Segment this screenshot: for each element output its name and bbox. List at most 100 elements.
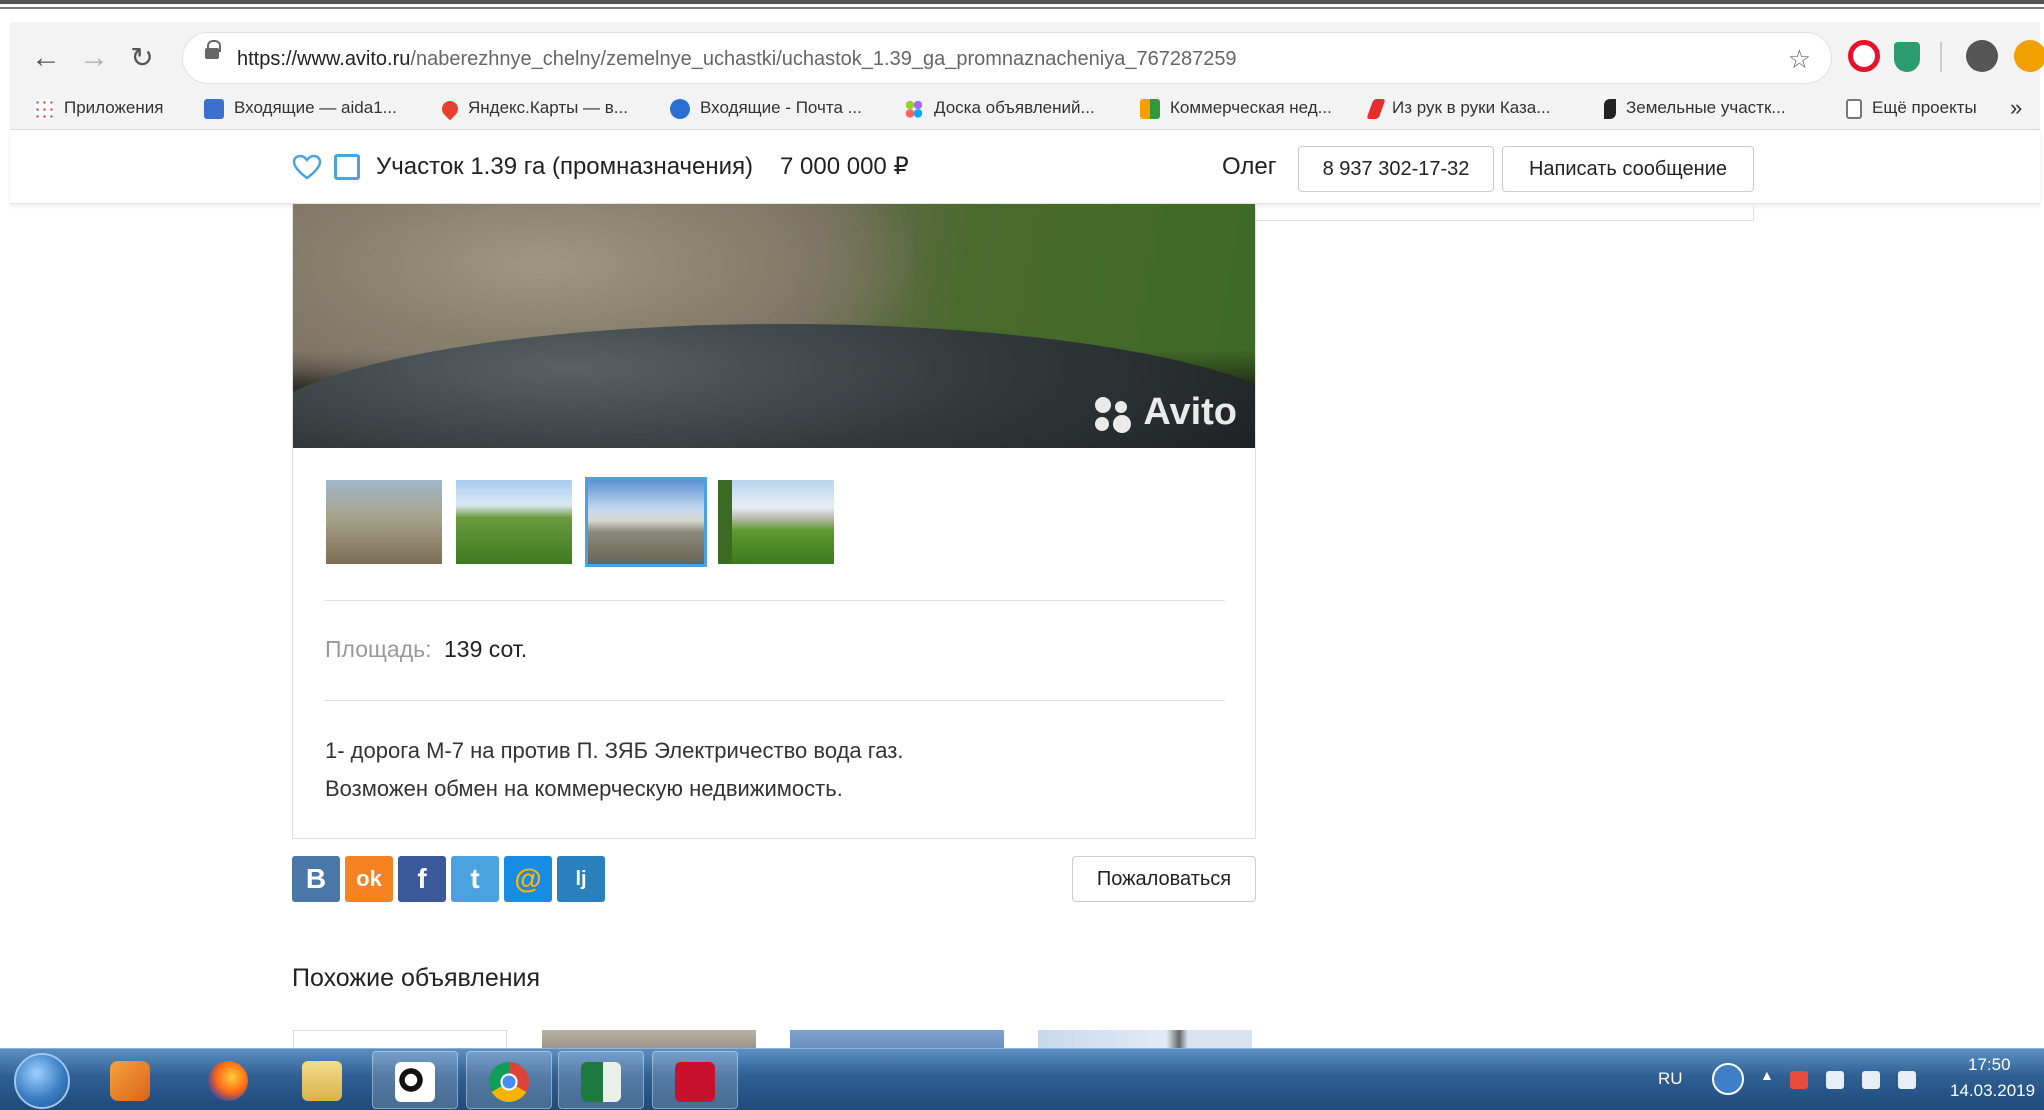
bookmark-item[interactable]: Входящие - Почта ... xyxy=(670,88,862,128)
photo-thumbnail[interactable] xyxy=(718,480,834,564)
bookmark-item[interactable]: Коммерческая нед... xyxy=(1140,88,1332,128)
similar-listings-title: Похожие объявления xyxy=(292,964,541,992)
avito-logo-icon xyxy=(1095,395,1135,433)
report-button[interactable]: Пожаловаться xyxy=(1072,856,1256,902)
taskbar-explorer[interactable] xyxy=(280,1051,366,1109)
irr-icon xyxy=(1366,98,1386,119)
taskbar-excel[interactable] xyxy=(558,1051,644,1109)
bookmark-item[interactable]: Приложения xyxy=(34,88,163,128)
account-icon[interactable] xyxy=(1966,40,1998,72)
more-bookmarks-button[interactable]: » xyxy=(2010,88,2022,128)
divider xyxy=(325,700,1225,701)
opera-extension-icon[interactable] xyxy=(1848,40,1880,72)
acrobat-icon xyxy=(675,1062,715,1102)
bookmark-label: Ещё проекты xyxy=(1872,98,1977,117)
url-text[interactable]: https://www.avito.ru/naberezhnye_chelny/… xyxy=(237,33,1237,85)
show-hidden-icons-icon[interactable]: ▲ xyxy=(1760,1067,1774,1083)
apps-grid-icon xyxy=(34,98,54,119)
bookmarks-bar: Приложения Входящие — aida1... Яндекс.Ка… xyxy=(10,88,2040,128)
odnoklassniki-icon[interactable]: ok xyxy=(345,856,393,902)
photo-thumbnail[interactable] xyxy=(456,480,572,564)
avito-watermark: Avito xyxy=(1095,391,1237,434)
livejournal-icon[interactable]: lj xyxy=(557,856,605,902)
address-bar[interactable]: https://www.avito.ru/naberezhnye_chelny/… xyxy=(182,32,1832,84)
firefox-icon xyxy=(208,1061,248,1101)
help-icon[interactable] xyxy=(1712,1063,1744,1095)
url-host: https://www.avito.ru xyxy=(237,48,411,70)
windows-taskbar: RU ▲ 17:50 14.03.2019 xyxy=(0,1048,2044,1110)
clock-date[interactable]: 14.03.2019 xyxy=(1950,1081,2035,1101)
bookmark-item[interactable]: Земельные участк... xyxy=(1604,88,1786,128)
clock-time[interactable]: 17:50 xyxy=(1968,1055,2011,1075)
shield-extension-icon[interactable] xyxy=(1894,42,1920,72)
url-path: /naberezhnye_chelny/zemelnye_uchastki/uc… xyxy=(410,48,1237,70)
start-button-icon[interactable] xyxy=(14,1053,70,1109)
write-message-button[interactable]: Написать сообщение xyxy=(1502,146,1754,192)
listing-sticky-header: Участок 1.39 га (промназначения) 7 000 0… xyxy=(10,130,2040,204)
bookmark-label: Приложения xyxy=(64,98,164,117)
bookmark-item[interactable]: Доска объявлений... xyxy=(904,88,1095,128)
vk-icon[interactable]: В xyxy=(292,856,340,902)
facebook-icon[interactable]: f xyxy=(398,856,446,902)
bookmark-label: Входящие - Почта ... xyxy=(700,98,862,117)
file-icon xyxy=(1846,98,1862,119)
show-phone-button[interactable]: 8 937 302-17-32 xyxy=(1298,146,1494,192)
twitter-label: t xyxy=(470,863,480,894)
power-icon[interactable] xyxy=(1826,1071,1844,1089)
listing-price: 7 000 000 ₽ xyxy=(780,153,909,180)
photo-thumbnail-selected[interactable] xyxy=(585,477,707,567)
map-pin-icon xyxy=(438,97,462,120)
action-center-flag-icon[interactable] xyxy=(1790,1071,1808,1089)
chrome-icon xyxy=(489,1062,529,1102)
similar-listing-card[interactable] xyxy=(293,1030,507,1048)
volume-icon[interactable] xyxy=(1862,1071,1880,1089)
description-line: Возможен обмен на коммерческую недвижимо… xyxy=(325,776,843,801)
reload-icon[interactable]: ↻ xyxy=(124,40,160,76)
area-value: 139 сот. xyxy=(444,636,528,662)
sidebar-box-edge xyxy=(1254,205,1754,221)
forward-icon[interactable]: → xyxy=(76,40,112,76)
livejournal-label: lj xyxy=(575,868,587,890)
bookmark-label: Из рук в руки Каза... xyxy=(1392,98,1551,117)
bookmark-star-icon[interactable]: ☆ xyxy=(1788,33,1811,85)
taskbar-media-player[interactable] xyxy=(88,1051,174,1109)
screen: ← → ↻ https://www.avito.ru/naberezhnye_c… xyxy=(0,0,2044,1110)
avito-icon xyxy=(904,98,924,119)
bookmark-item[interactable]: Из рук в руки Каза... xyxy=(1366,88,1551,128)
bookmark-label: Яндекс.Карты — в... xyxy=(468,98,628,117)
taskbar-game[interactable] xyxy=(372,1051,458,1109)
photo-thumbnail[interactable] xyxy=(326,480,442,564)
similar-listing-card[interactable] xyxy=(1038,1030,1252,1048)
panda-app-icon xyxy=(395,1062,435,1102)
seller-name[interactable]: Олег xyxy=(1222,130,1277,204)
favorite-heart-icon[interactable] xyxy=(292,154,322,180)
bookmark-item[interactable]: Входящие — aida1... xyxy=(204,88,397,128)
taskbar-chrome[interactable] xyxy=(466,1051,552,1109)
divider xyxy=(325,600,1225,601)
twitter-icon[interactable]: t xyxy=(451,856,499,902)
back-icon[interactable]: ← xyxy=(28,40,64,76)
bookmark-item[interactable]: Яндекс.Карты — в... xyxy=(438,88,628,128)
taskbar-firefox[interactable] xyxy=(186,1051,272,1109)
extension-icon[interactable] xyxy=(2014,40,2044,72)
mailru-label: @ xyxy=(514,863,542,894)
bookmark-item[interactable]: Ещё проекты xyxy=(1846,88,1977,128)
similar-listing-card[interactable] xyxy=(542,1030,756,1048)
mail-at-icon xyxy=(670,98,690,119)
mail-icon xyxy=(204,98,224,119)
main-photo[interactable]: Avito xyxy=(293,204,1255,448)
taskbar-acrobat[interactable] xyxy=(652,1051,738,1109)
toolbar-divider xyxy=(1940,42,1942,72)
area-label: Площадь: xyxy=(325,636,432,662)
vk-label: В xyxy=(305,863,327,894)
note-icon[interactable] xyxy=(334,154,360,180)
network-icon[interactable] xyxy=(1898,1071,1916,1089)
window-top-border-inner xyxy=(0,7,2044,9)
folder-icon xyxy=(302,1061,342,1101)
bookmark-label: Входящие — aida1... xyxy=(234,98,397,117)
language-indicator[interactable]: RU xyxy=(1658,1069,1683,1089)
bookmark-label: Коммерческая нед... xyxy=(1170,98,1332,117)
similar-listing-card[interactable] xyxy=(790,1030,1004,1048)
mailru-icon[interactable]: @ xyxy=(504,856,552,902)
odnoklassniki-label: ok xyxy=(356,866,382,891)
